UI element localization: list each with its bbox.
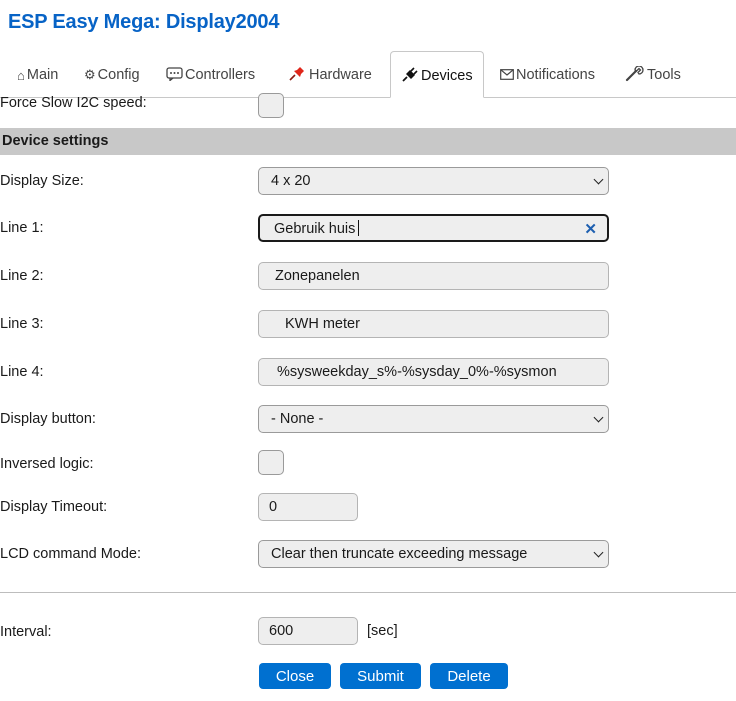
submit-button[interactable]: Submit (340, 663, 421, 689)
display-timeout-value: 0 (269, 499, 278, 515)
nav-tabs: ⌂ Main ⚙ Config Controllers Hardware Dev… (0, 51, 736, 98)
interval-label: Interval: (0, 624, 52, 640)
line3-label: Line 3: (0, 316, 44, 332)
display-size-value: 4 x 20 (271, 173, 311, 189)
lcd-mode-value: Clear then truncate exceeding message (271, 546, 528, 562)
tab-tools[interactable]: Tools (625, 51, 681, 97)
line2-label: Line 2: (0, 268, 44, 284)
force-slow-i2c-label: Force Slow I2C speed: (0, 95, 147, 111)
tab-controllers[interactable]: Controllers (166, 51, 255, 97)
tab-config[interactable]: ⚙ Config (84, 51, 140, 97)
tab-main[interactable]: ⌂ Main (17, 51, 58, 97)
delete-button[interactable]: Delete (430, 663, 508, 689)
divider (0, 592, 736, 593)
tab-controllers-label: Controllers (185, 67, 256, 83)
tab-devices-label: Devices (421, 67, 473, 84)
chat-icon (166, 66, 183, 84)
display-size-label: Display Size: (0, 173, 84, 189)
line4-input[interactable]: %sysweekday_s%-%sysday_0%-%sysmon (258, 358, 609, 386)
clear-icon[interactable]: ✕ (584, 220, 597, 238)
line1-input[interactable]: Gebruik huis ✕ (258, 214, 609, 242)
tab-notifications-label: Notifications (516, 67, 595, 83)
display-button-value: - None - (271, 411, 324, 427)
home-icon: ⌂ (17, 67, 25, 83)
inversed-logic-label: Inversed logic: (0, 456, 94, 472)
interval-unit: [sec] (367, 623, 398, 639)
interval-value: 600 (269, 623, 294, 639)
line4-label: Line 4: (0, 364, 44, 380)
display-size-select[interactable]: 4 x 20 (258, 167, 609, 195)
chevron-down-icon (593, 547, 604, 558)
text-caret (358, 220, 360, 236)
tab-hardware[interactable]: Hardware (288, 51, 372, 97)
display-timeout-input[interactable]: 0 (258, 493, 358, 521)
lcd-mode-select[interactable]: Clear then truncate exceeding message (258, 540, 609, 568)
close-button[interactable]: Close (259, 663, 331, 689)
line2-input[interactable]: Zonepanelen (258, 262, 609, 290)
tab-devices[interactable]: Devices (390, 51, 484, 98)
gear-icon: ⚙ (84, 67, 96, 82)
lcd-mode-label: LCD command Mode: (0, 546, 142, 562)
line2-value: Zonepanelen (275, 268, 360, 284)
line1-label: Line 1: (0, 220, 44, 236)
force-slow-i2c-checkbox[interactable] (258, 93, 284, 118)
tab-config-label: Config (97, 67, 140, 83)
line4-value: %sysweekday_s%-%sysday_0%-%sysmon (277, 364, 557, 380)
wrench-icon (625, 64, 645, 85)
tab-main-label: Main (26, 67, 59, 83)
chevron-down-icon (593, 412, 604, 423)
chevron-down-icon (593, 174, 604, 185)
interval-input[interactable]: 600 (258, 617, 358, 645)
display-button-label: Display button: (0, 411, 96, 427)
section-device-settings: Device settings (0, 128, 736, 155)
pushpin-icon (288, 65, 306, 85)
line3-value: KWH meter (285, 316, 360, 332)
page-title: ESP Easy Mega: Display2004 (8, 11, 280, 33)
plug-icon (401, 66, 419, 85)
tab-hardware-label: Hardware (309, 67, 372, 83)
line3-input[interactable]: KWH meter (258, 310, 609, 338)
display-timeout-label: Display Timeout: (0, 499, 108, 515)
tab-tools-label: Tools (647, 67, 681, 83)
display-button-select[interactable]: - None - (258, 405, 609, 433)
inversed-logic-checkbox[interactable] (258, 450, 284, 475)
tab-notifications[interactable]: Notifications (500, 51, 595, 97)
envelope-icon (500, 68, 514, 83)
line1-value: Gebruik huis (274, 221, 356, 237)
